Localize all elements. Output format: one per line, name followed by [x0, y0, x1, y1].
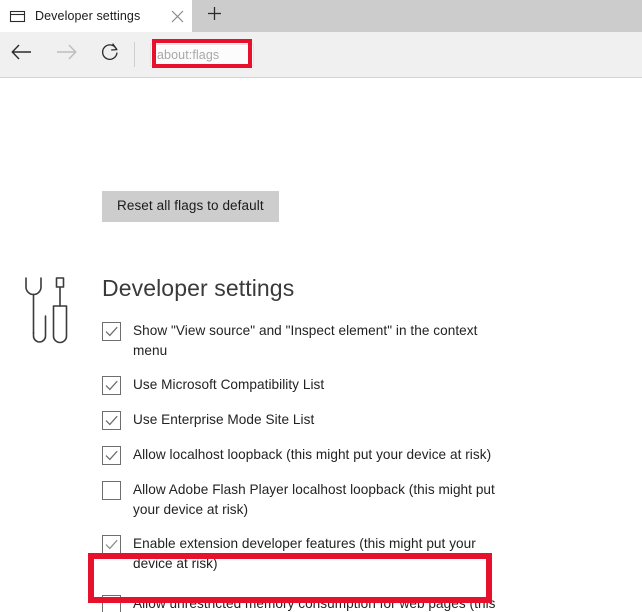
option-label: Allow unrestricted memory consumption fo…: [133, 596, 496, 612]
page-content: Reset all flags to default Developer set…: [0, 78, 642, 612]
back-arrow-icon: [11, 43, 33, 66]
option-use-enterprise-mode-site-list[interactable]: Use Enterprise Mode Site List: [102, 410, 522, 431]
browser-window: Developer settings about:flags Reset all…: [0, 0, 642, 612]
option-label: Allow Adobe Flash Player localhost loopb…: [133, 482, 495, 517]
forward-button[interactable]: [44, 32, 88, 77]
developer-settings-section: Developer settings Show "View source" an…: [102, 275, 522, 612]
checkbox[interactable]: [102, 376, 121, 396]
checkbox[interactable]: [102, 322, 121, 342]
address-bar-area: about:flags: [132, 32, 642, 77]
reset-all-flags-button[interactable]: Reset all flags to default: [102, 191, 279, 222]
option-label: Use Microsoft Compatibility List: [133, 377, 325, 393]
option-label: Enable extension developer features (thi…: [133, 536, 476, 571]
settings-option-list: Show "View source" and "Inspect element"…: [102, 321, 522, 612]
page-title: Developer settings: [102, 275, 295, 301]
new-tab-button[interactable]: [192, 0, 236, 32]
option-label: Show "View source" and "Inspect element"…: [133, 323, 478, 358]
toolbar-divider: [134, 42, 135, 67]
option-label: Allow localhost loopback (this might put…: [133, 447, 492, 463]
option-show-view-source[interactable]: Show "View source" and "Inspect element"…: [102, 321, 522, 360]
forward-arrow-icon: [55, 43, 77, 66]
option-allow-localhost-loopback[interactable]: Allow localhost loopback (this might put…: [102, 445, 522, 466]
refresh-icon: [100, 42, 120, 67]
option-allow-unrestricted-memory-consumption[interactable]: Allow unrestricted memory consumption fo…: [102, 594, 522, 612]
tab-developer-settings[interactable]: Developer settings: [0, 0, 192, 32]
wrench-screwdriver-icon: [18, 276, 74, 346]
back-button[interactable]: [0, 32, 44, 77]
tab-strip-empty-area: [236, 0, 642, 32]
checkbox[interactable]: [102, 411, 121, 431]
navigation-toolbar: about:flags: [0, 32, 642, 78]
option-label: Use Enterprise Mode Site List: [133, 412, 315, 428]
checkbox[interactable]: [102, 446, 121, 466]
checkbox[interactable]: [102, 481, 121, 501]
refresh-button[interactable]: [88, 32, 132, 77]
checkbox[interactable]: [102, 535, 121, 555]
tab-title: Developer settings: [35, 9, 141, 23]
page-icon: [9, 8, 26, 25]
close-icon[interactable]: [162, 0, 192, 32]
address-input[interactable]: about:flags: [150, 43, 254, 66]
checkbox[interactable]: [102, 595, 121, 612]
option-enable-extension-developer-features[interactable]: Enable extension developer features (thi…: [102, 534, 522, 573]
option-allow-adobe-flash-player-localhost-loopback[interactable]: Allow Adobe Flash Player localhost loopb…: [102, 480, 522, 519]
plus-icon: [207, 6, 222, 26]
option-use-microsoft-compatibility-list[interactable]: Use Microsoft Compatibility List: [102, 375, 522, 396]
tab-strip: Developer settings: [0, 0, 642, 32]
